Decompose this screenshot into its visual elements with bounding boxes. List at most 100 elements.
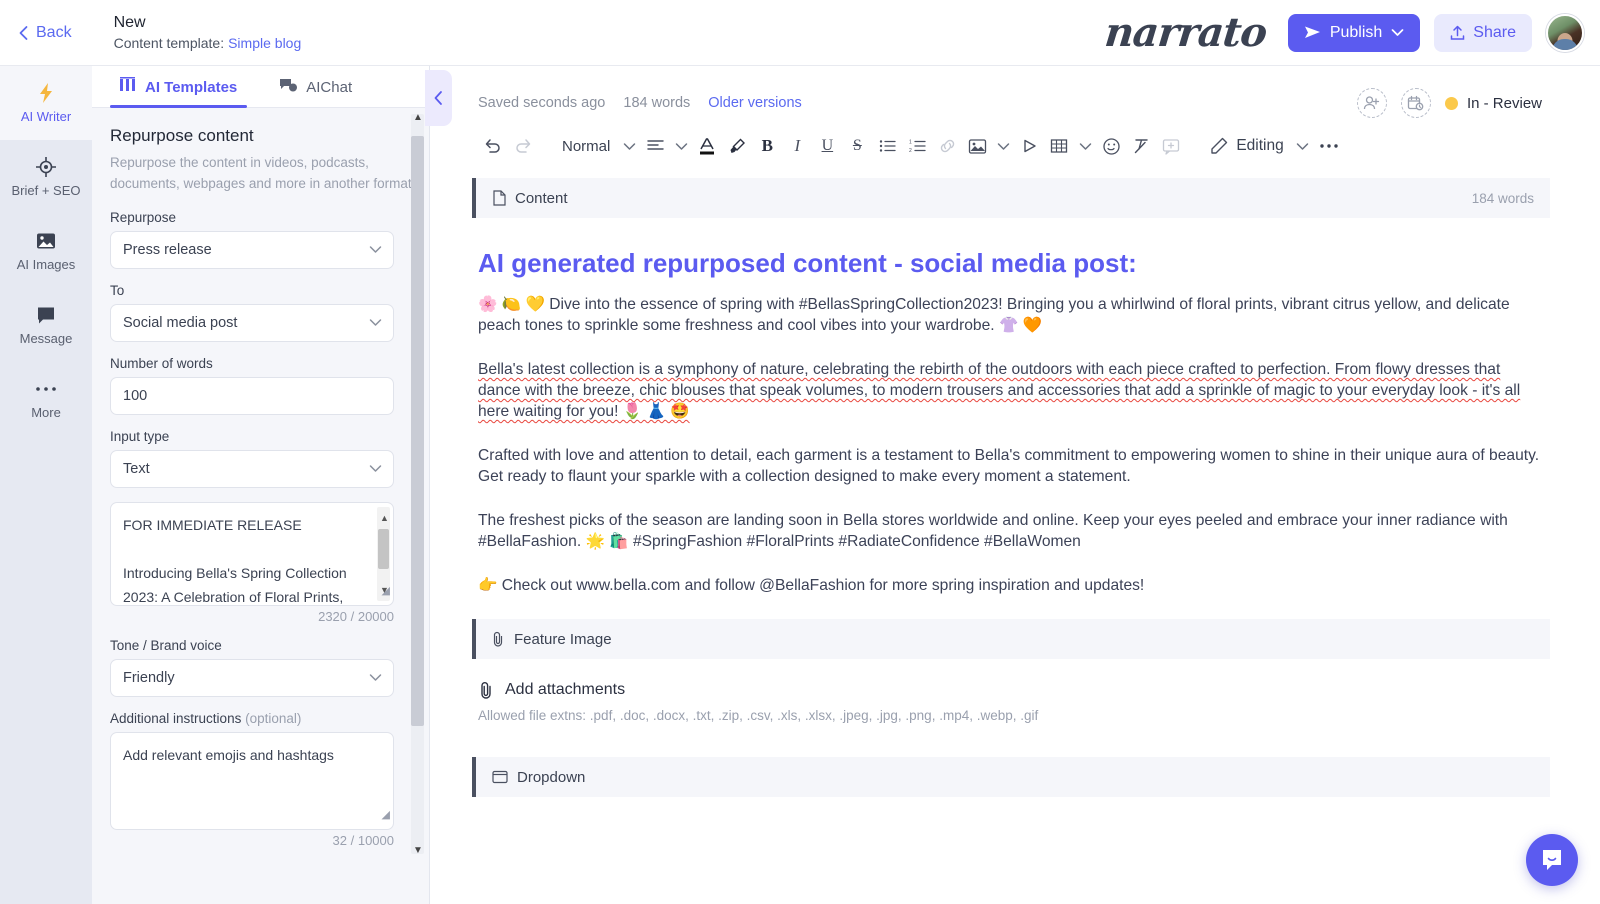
tab-label-aichat: AIChat	[306, 78, 353, 96]
calendar-clock-icon	[1408, 95, 1424, 111]
older-versions-link[interactable]: Older versions	[708, 95, 801, 111]
chevron-left-icon	[19, 25, 28, 40]
paragraph-style-chevron[interactable]	[618, 131, 640, 161]
align-button[interactable]	[640, 131, 670, 161]
share-button[interactable]: Share	[1434, 13, 1532, 52]
label-tone: Tone / Brand voice	[110, 638, 222, 653]
tab-ai-templates[interactable]: AI Templates	[110, 66, 248, 108]
source-text-textarea[interactable]: FOR IMMEDIATE RELEASE Introducing Bella'…	[110, 502, 394, 606]
content-block-header: Content 184 words	[472, 178, 1550, 218]
italic-button[interactable]: I	[782, 131, 812, 161]
schedule-button[interactable]	[1400, 88, 1431, 118]
emoji-button[interactable]	[1096, 131, 1126, 161]
feature-image-block-title: Feature Image	[514, 630, 612, 648]
panel-tabs: AI Templates AIChat	[92, 66, 429, 108]
highlighter-icon	[730, 138, 745, 153]
undo-button[interactable]	[478, 131, 508, 161]
editing-mode-label: Editing	[1236, 137, 1284, 154]
repurpose-select[interactable]: Press release	[110, 231, 394, 269]
document-content-area[interactable]: AI generated repurposed content - social…	[430, 218, 1600, 596]
insert-image-button[interactable]	[962, 131, 992, 161]
page-title: New	[113, 13, 146, 31]
more-options-button[interactable]	[1314, 131, 1344, 161]
label-repurpose: Repurpose	[110, 210, 177, 225]
content-block-title: Content	[515, 189, 568, 207]
highlight-button[interactable]	[722, 131, 752, 161]
rail-label-ai-images: AI Images	[16, 257, 76, 272]
feature-image-block-header: Feature Image	[472, 619, 1550, 659]
rail-item-message[interactable]: Message	[0, 288, 92, 362]
rail-item-more[interactable]: More	[0, 362, 92, 436]
support-chat-button[interactable]	[1526, 834, 1578, 886]
link-button[interactable]	[932, 131, 962, 161]
input-type-select[interactable]: Text	[110, 450, 394, 488]
bullet-list-button[interactable]	[872, 131, 902, 161]
send-icon	[1304, 26, 1320, 38]
redo-button[interactable]	[508, 131, 538, 161]
editor-status-actions: In - Review	[1356, 88, 1542, 118]
add-collaborator-button[interactable]	[1356, 88, 1387, 118]
clear-formatting-button[interactable]	[1126, 131, 1156, 161]
label-optional: (optional)	[245, 711, 302, 726]
source-text-char-count: 2320 / 20000	[318, 609, 394, 624]
allowed-extensions-note: Allowed file extns: .pdf, .doc, .docx, .…	[478, 708, 1039, 723]
rail-label-brief-seo: Brief + SEO	[11, 183, 81, 198]
content-template-link[interactable]: Simple blog	[228, 35, 301, 51]
tone-select[interactable]: Friendly	[110, 659, 394, 697]
pencil-icon	[1211, 137, 1228, 154]
template-description: Repurpose the content in videos, podcast…	[110, 155, 412, 191]
saved-status: Saved seconds ago	[478, 95, 606, 111]
paragraph-style-select[interactable]: Normal	[554, 131, 618, 161]
rail-label-ai-writer: AI Writer	[20, 109, 72, 124]
resize-grip-icon[interactable]: ◢	[382, 579, 390, 603]
underline-button[interactable]: U	[812, 131, 842, 161]
scroll-thumb[interactable]	[411, 136, 424, 726]
editing-mode-button[interactable]: Editing	[1202, 137, 1291, 155]
to-select[interactable]: Social media post	[110, 304, 394, 342]
align-chevron[interactable]	[670, 131, 692, 161]
field-tone: Tone / Brand voice Friendly	[110, 638, 412, 697]
insert-table-chevron[interactable]	[1074, 131, 1096, 161]
tab-aichat[interactable]: AIChat	[269, 66, 362, 108]
clear-format-icon	[1134, 139, 1148, 154]
numbered-list-button[interactable]: 12	[902, 131, 932, 161]
resize-grip-icon[interactable]: ◢	[382, 803, 390, 827]
rail-item-ai-images[interactable]: AI Images	[0, 214, 92, 288]
strikethrough-button[interactable]: S	[842, 131, 872, 161]
collapse-panel-button[interactable]	[425, 70, 452, 126]
rail-item-brief-seo[interactable]: Brief + SEO	[0, 140, 92, 214]
publish-button[interactable]: Publish	[1287, 13, 1421, 52]
source-text-line-3: 2023: A Celebration of Floral Prints,	[123, 589, 344, 605]
field-number-of-words: Number of words 100	[110, 356, 412, 415]
add-attachments-button[interactable]: Add attachments	[430, 659, 1600, 699]
insert-video-button[interactable]	[1014, 131, 1044, 161]
additional-instructions-textarea[interactable]: Add relevant emojis and hashtags ◢	[110, 732, 394, 830]
editing-mode-chevron[interactable]	[1292, 131, 1314, 161]
panel-scrollbar[interactable]: ▲ ▼	[411, 112, 424, 856]
content-paragraph: Crafted with love and attention to detai…	[478, 447, 1540, 485]
content-paragraph: 👉 Check out www.bella.com and follow @Be…	[478, 577, 1145, 594]
scroll-thumb[interactable]	[378, 529, 389, 569]
table-icon	[1051, 139, 1068, 153]
chevron-left-icon	[434, 91, 442, 105]
bold-button[interactable]: B	[752, 131, 782, 161]
status-badge[interactable]: In - Review	[1444, 95, 1542, 112]
insert-image-chevron[interactable]	[992, 131, 1014, 161]
number-of-words-input[interactable]: 100	[110, 377, 394, 415]
rail-item-ai-writer[interactable]: AI Writer	[0, 66, 92, 140]
share-label: Share	[1473, 23, 1516, 41]
scroll-up-icon[interactable]: ▲	[380, 506, 389, 530]
scroll-down-icon[interactable]: ▼	[413, 845, 423, 856]
insert-table-button[interactable]	[1044, 131, 1074, 161]
scroll-up-icon[interactable]: ▲	[413, 112, 423, 123]
back-button[interactable]: Back	[18, 24, 72, 42]
add-comment-button[interactable]	[1156, 131, 1186, 161]
additional-instructions-char-count: 32 / 10000	[332, 833, 394, 848]
text-color-button[interactable]	[692, 131, 722, 161]
content-paragraph: The freshest picks of the season are lan…	[478, 512, 1508, 550]
user-avatar[interactable]	[1546, 13, 1584, 52]
content-paragraph: Bella's latest collection is a symphony …	[478, 361, 1521, 420]
ellipsis-icon	[1320, 144, 1338, 148]
add-attachments-label: Add attachments	[505, 681, 626, 698]
